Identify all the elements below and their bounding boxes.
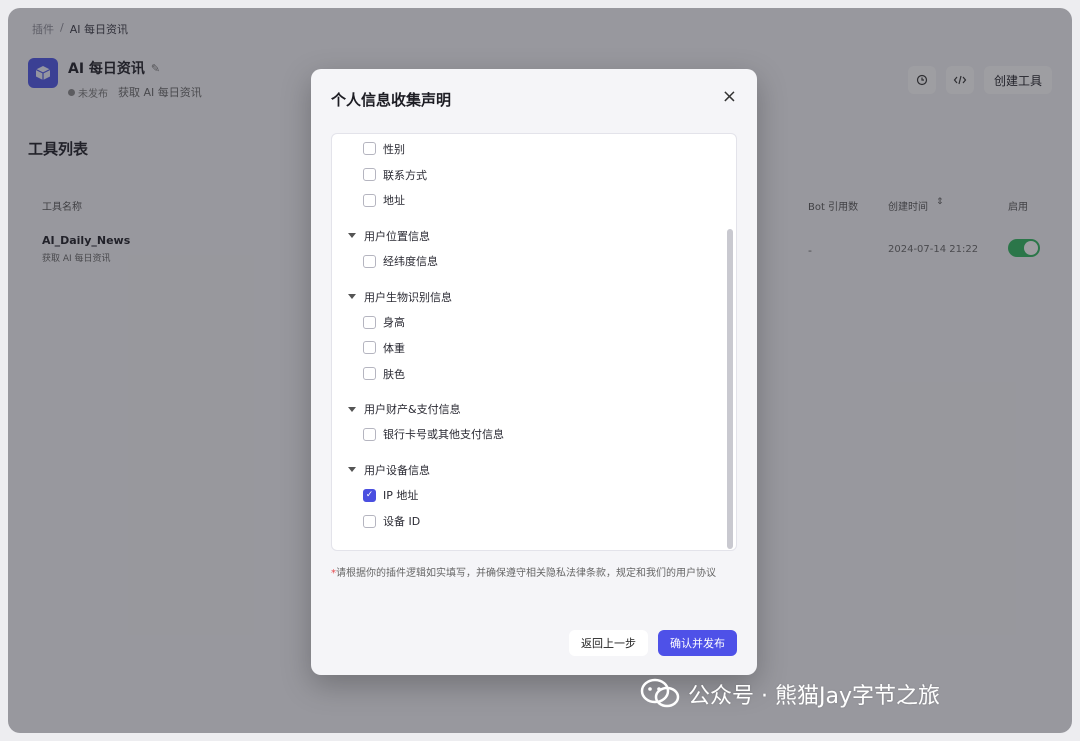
checkbox-item[interactable]: 性别: [332, 136, 724, 162]
checkbox-label: 经纬度信息: [383, 255, 438, 269]
watermark: 公众号 · 熊猫Jay字节之旅: [640, 678, 940, 710]
checkbox-icon[interactable]: [363, 367, 376, 381]
back-button[interactable]: 返回上一步: [569, 630, 648, 656]
checkbox-label: 设备 ID: [383, 515, 421, 529]
category-label: 用户设备信息: [364, 463, 430, 477]
category-header[interactable]: 用户设备信息: [332, 457, 724, 482]
privacy-modal: 个人信息收集声明 × 性别联系方式地址用户位置信息经纬度信息用户生物识别信息身高…: [311, 69, 757, 675]
checkbox-item[interactable]: 地址: [332, 188, 724, 214]
checkbox-icon[interactable]: [363, 341, 376, 355]
checkbox-label: 体重: [383, 341, 405, 355]
modal-footer: 返回上一步 确认并发布: [569, 630, 737, 656]
category-label: 用户财产&支付信息: [364, 403, 461, 417]
checkbox-icon[interactable]: [363, 514, 376, 528]
scrollbar[interactable]: [727, 229, 733, 549]
checkbox-item[interactable]: 联系方式: [332, 162, 724, 188]
checkbox-item[interactable]: 设备 ID: [332, 508, 724, 534]
checkbox-label: 身高: [383, 316, 405, 330]
checkbox-icon[interactable]: [363, 427, 376, 441]
wechat-icon: [640, 678, 680, 710]
close-icon[interactable]: ×: [722, 87, 737, 107]
category-header[interactable]: 用户财产&支付信息: [332, 397, 724, 422]
checkbox-item[interactable]: 经纬度信息: [332, 248, 724, 274]
caret-down-icon[interactable]: [348, 233, 356, 239]
category-label: 用户位置信息: [364, 229, 430, 243]
modal-title: 个人信息收集声明: [331, 91, 452, 109]
checkbox-item[interactable]: 身高: [332, 309, 724, 335]
checkbox-icon[interactable]: [363, 315, 376, 329]
watermark-text: 公众号 · 熊猫Jay字节之旅: [688, 684, 940, 709]
category-label: 用户生物识别信息: [364, 290, 452, 304]
checkbox-label: 地址: [383, 194, 405, 208]
checkbox-checked-icon[interactable]: ✓: [363, 488, 376, 502]
checkbox-label: 银行卡号或其他支付信息: [383, 428, 504, 442]
caret-down-icon[interactable]: [348, 406, 356, 412]
privacy-note: *请根据你的插件逻辑如实填写，并确保遵守相关隐私法律条款，规定和我们的用户协议: [331, 565, 737, 582]
checkbox-label: 联系方式: [383, 168, 427, 182]
info-list-content: 性别联系方式地址用户位置信息经纬度信息用户生物识别信息身高体重肤色用户财产&支付…: [332, 134, 724, 534]
checkbox-label: 性别: [383, 142, 405, 156]
category-header[interactable]: 用户生物识别信息: [332, 284, 724, 309]
privacy-note-text: 请根据你的插件逻辑如实填写，并确保遵守相关隐私法律条款，规定和我们的用户协议: [336, 568, 716, 579]
checkbox-label: IP 地址: [383, 489, 419, 503]
category-header[interactable]: 用户位置信息: [332, 223, 724, 248]
checkbox-icon[interactable]: [363, 168, 376, 182]
caret-down-icon[interactable]: [348, 467, 356, 473]
confirm-publish-button[interactable]: 确认并发布: [658, 630, 737, 656]
checkbox-item[interactable]: ✓ IP 地址: [332, 482, 724, 508]
checkbox-label: 肤色: [383, 367, 405, 381]
checkbox-item[interactable]: 体重: [332, 335, 724, 361]
checkbox-icon[interactable]: [363, 142, 376, 156]
caret-down-icon[interactable]: [348, 294, 356, 300]
checkbox-icon[interactable]: [363, 254, 376, 268]
checkbox-icon[interactable]: [363, 193, 376, 207]
checkbox-item[interactable]: 肤色: [332, 361, 724, 387]
info-list: 性别联系方式地址用户位置信息经纬度信息用户生物识别信息身高体重肤色用户财产&支付…: [331, 133, 737, 551]
checkbox-item[interactable]: 银行卡号或其他支付信息: [332, 422, 724, 448]
